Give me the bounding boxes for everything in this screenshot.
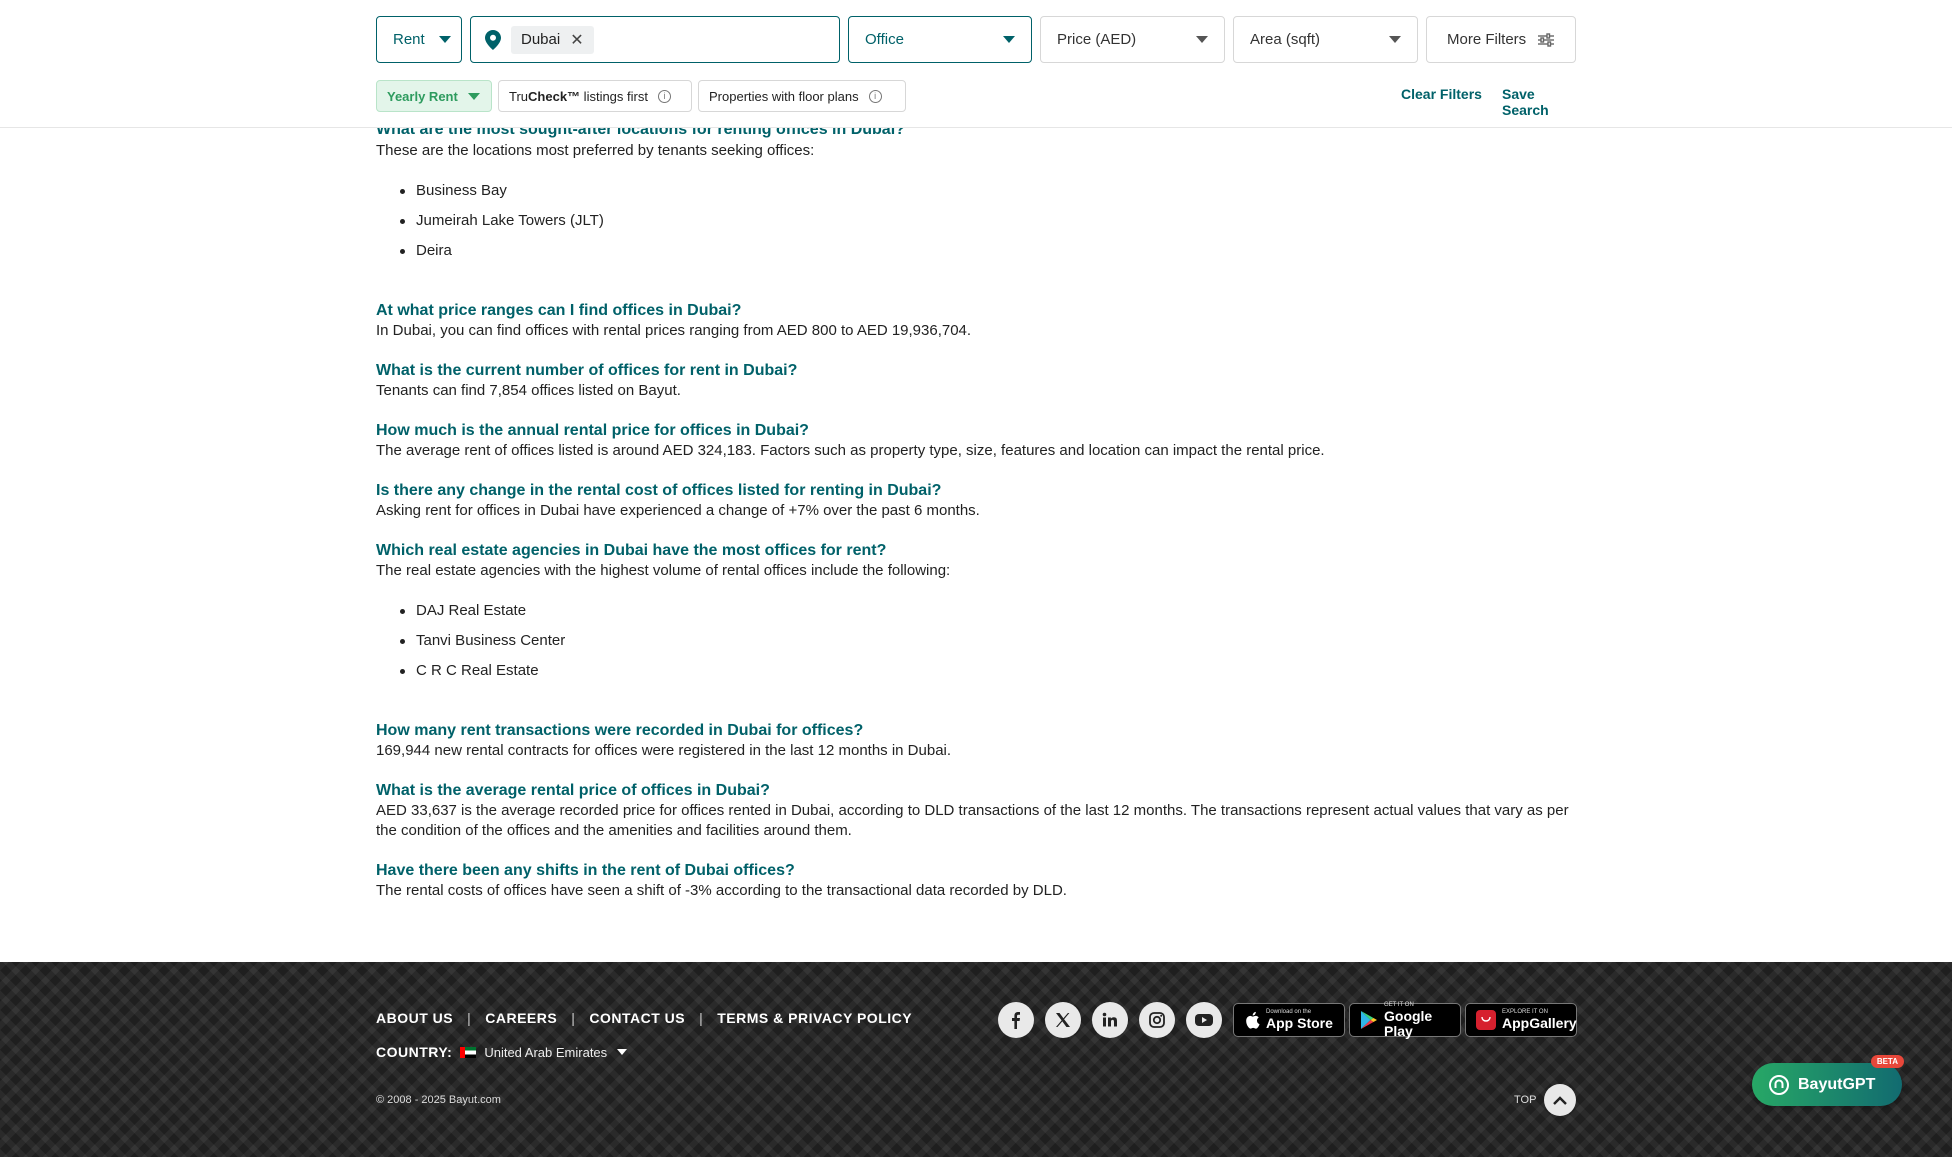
faq-question: How much is the annual rental price for …: [376, 422, 809, 439]
country-value: United Arab Emirates: [484, 1044, 608, 1060]
copyright: © 2008 - 2025 Bayut.com: [376, 1094, 501, 1106]
store-name: App Store: [1266, 1015, 1333, 1031]
chevron-down-icon: [1389, 36, 1401, 43]
list-item: Jumeirah Lake Towers (JLT): [400, 206, 604, 236]
location-chip[interactable]: Dubai ✕: [511, 25, 594, 54]
location-pin-icon: [485, 29, 501, 50]
footer-link-contact[interactable]: CONTACT US: [589, 1010, 685, 1026]
app-store-badge[interactable]: Download on the App Store: [1233, 1003, 1345, 1037]
youtube-icon[interactable]: [1186, 1002, 1222, 1038]
purpose-label: Rent: [393, 31, 425, 48]
faq-answer: Tenants can find 7,854 offices listed on…: [376, 382, 681, 399]
chevron-down-icon: [467, 92, 480, 100]
footer-link-careers[interactable]: CAREERS: [485, 1010, 557, 1026]
faq-question: Is there any change in the rental cost o…: [376, 482, 942, 499]
faq-answer: In Dubai, you can find offices with rent…: [376, 322, 972, 339]
apple-icon: [1244, 1011, 1260, 1029]
divider: |: [699, 1010, 704, 1026]
chevron-down-icon: [438, 36, 451, 43]
store-name: AppGallery: [1502, 1015, 1577, 1031]
list-item: DAJ Real Estate: [400, 596, 565, 626]
agencies-list: DAJ Real Estate Tanvi Business Center C …: [400, 596, 565, 686]
faq-question: Which real estate agencies in Dubai have…: [376, 542, 887, 559]
price-dropdown[interactable]: Price (AED): [1040, 16, 1225, 63]
category-label: Office: [865, 31, 904, 48]
sliders-icon: [1538, 32, 1555, 47]
google-play-icon: [1360, 1010, 1378, 1030]
chat-bot-icon: [1768, 1074, 1790, 1096]
footer-link-terms[interactable]: TERMS & PRIVACY POLICY: [717, 1010, 912, 1026]
save-search-link[interactable]: Save Search: [1502, 86, 1576, 118]
list-item: Deira: [400, 236, 604, 266]
info-icon[interactable]: i: [657, 89, 671, 103]
app-gallery-badge[interactable]: EXPLORE IT ON AppGallery: [1465, 1003, 1577, 1037]
beta-badge: BETA: [1870, 1055, 1904, 1068]
area-label: Area (sqft): [1250, 31, 1321, 48]
info-icon[interactable]: i: [868, 89, 882, 103]
chevron-down-icon: [617, 1049, 628, 1055]
price-label: Price (AED): [1057, 31, 1137, 48]
instagram-icon[interactable]: [1139, 1002, 1175, 1038]
facebook-icon[interactable]: [998, 1002, 1034, 1038]
category-dropdown[interactable]: Office: [848, 16, 1032, 63]
rent-frequency-label: Yearly Rent: [387, 88, 458, 104]
bayutgpt-label: BayutGPT: [1798, 1075, 1876, 1093]
store-name: Google Play: [1384, 1007, 1433, 1039]
search-filter-bar: Rent Dubai ✕ Office Price (AED) Area (sq…: [0, 0, 1952, 128]
location-chip-label: Dubai: [521, 31, 561, 48]
faq-answer: AED 33,637 is the average recorded price…: [376, 802, 1569, 839]
trucheck-label: TruCheck™ listings first: [509, 88, 648, 104]
chevron-down-icon: [1196, 36, 1208, 43]
site-footer: ABOUT US | CAREERS | CONTACT US | TERMS …: [0, 962, 1952, 1157]
back-to-top[interactable]: TOP: [1514, 1084, 1577, 1116]
clear-filters-link[interactable]: Clear Filters: [1401, 86, 1482, 102]
x-twitter-icon[interactable]: [1045, 1002, 1081, 1038]
location-search-input[interactable]: Dubai ✕: [470, 16, 840, 63]
divider: |: [571, 1010, 576, 1026]
list-item: Tanvi Business Center: [400, 626, 565, 656]
faq-answer: Asking rent for offices in Dubai have ex…: [376, 502, 980, 519]
faq-answer: The real estate agencies with the highes…: [376, 562, 951, 579]
subfilter-row: Yearly Rent TruCheck™ listings first i P…: [376, 80, 1576, 118]
filter-row: Rent Dubai ✕ Office Price (AED) Area (sq…: [376, 16, 1576, 63]
footer-nav: ABOUT US | CAREERS | CONTACT US | TERMS …: [376, 1010, 912, 1026]
linkedin-icon[interactable]: [1092, 1002, 1128, 1038]
uae-flag-icon: [460, 1046, 477, 1058]
faq-answer: The rental costs of offices have seen a …: [376, 882, 1067, 899]
locations-list: Business Bay Jumeirah Lake Towers (JLT) …: [400, 176, 604, 266]
country-label: COUNTRY:: [376, 1044, 453, 1060]
more-filters-button[interactable]: More Filters: [1426, 16, 1576, 63]
faq-answer: The average rent of offices listed is ar…: [376, 442, 1325, 459]
area-dropdown[interactable]: Area (sqft): [1233, 16, 1418, 63]
chevron-up-icon[interactable]: [1544, 1084, 1577, 1116]
faq-answer: These are the locations most preferred b…: [376, 142, 815, 159]
list-item: C R C Real Estate: [400, 656, 565, 686]
country-selector[interactable]: COUNTRY: United Arab Emirates: [376, 1044, 628, 1060]
faq-question: Have there been any shifts in the rent o…: [376, 862, 795, 879]
floor-plans-toggle[interactable]: Properties with floor plans i: [698, 80, 906, 112]
faq-answer: 169,944 new rental contracts for offices…: [376, 742, 952, 759]
chevron-down-icon: [1003, 36, 1015, 43]
rent-frequency-dropdown[interactable]: Yearly Rent: [376, 80, 492, 112]
huawei-icon: [1476, 1010, 1496, 1030]
faq-question: What is the current number of offices fo…: [376, 362, 798, 379]
purpose-dropdown[interactable]: Rent: [376, 16, 462, 63]
close-icon[interactable]: ✕: [570, 30, 583, 50]
list-item: Business Bay: [400, 176, 604, 206]
faq-question: What is the average rental price of offi…: [376, 782, 770, 799]
google-play-badge[interactable]: GET IT ON Google Play: [1349, 1002, 1461, 1039]
footer-link-about[interactable]: ABOUT US: [376, 1010, 453, 1026]
floor-plans-label: Properties with floor plans: [709, 88, 859, 104]
trucheck-toggle[interactable]: TruCheck™ listings first i: [498, 80, 692, 112]
bayutgpt-button[interactable]: BayutGPT BETA: [1752, 1055, 1904, 1106]
divider: |: [467, 1010, 472, 1026]
faq-question: How many rent transactions were recorded…: [376, 722, 864, 739]
faq-question: At what price ranges can I find offices …: [376, 302, 742, 319]
top-label: TOP: [1514, 1094, 1537, 1106]
more-filters-label: More Filters: [1447, 31, 1527, 48]
